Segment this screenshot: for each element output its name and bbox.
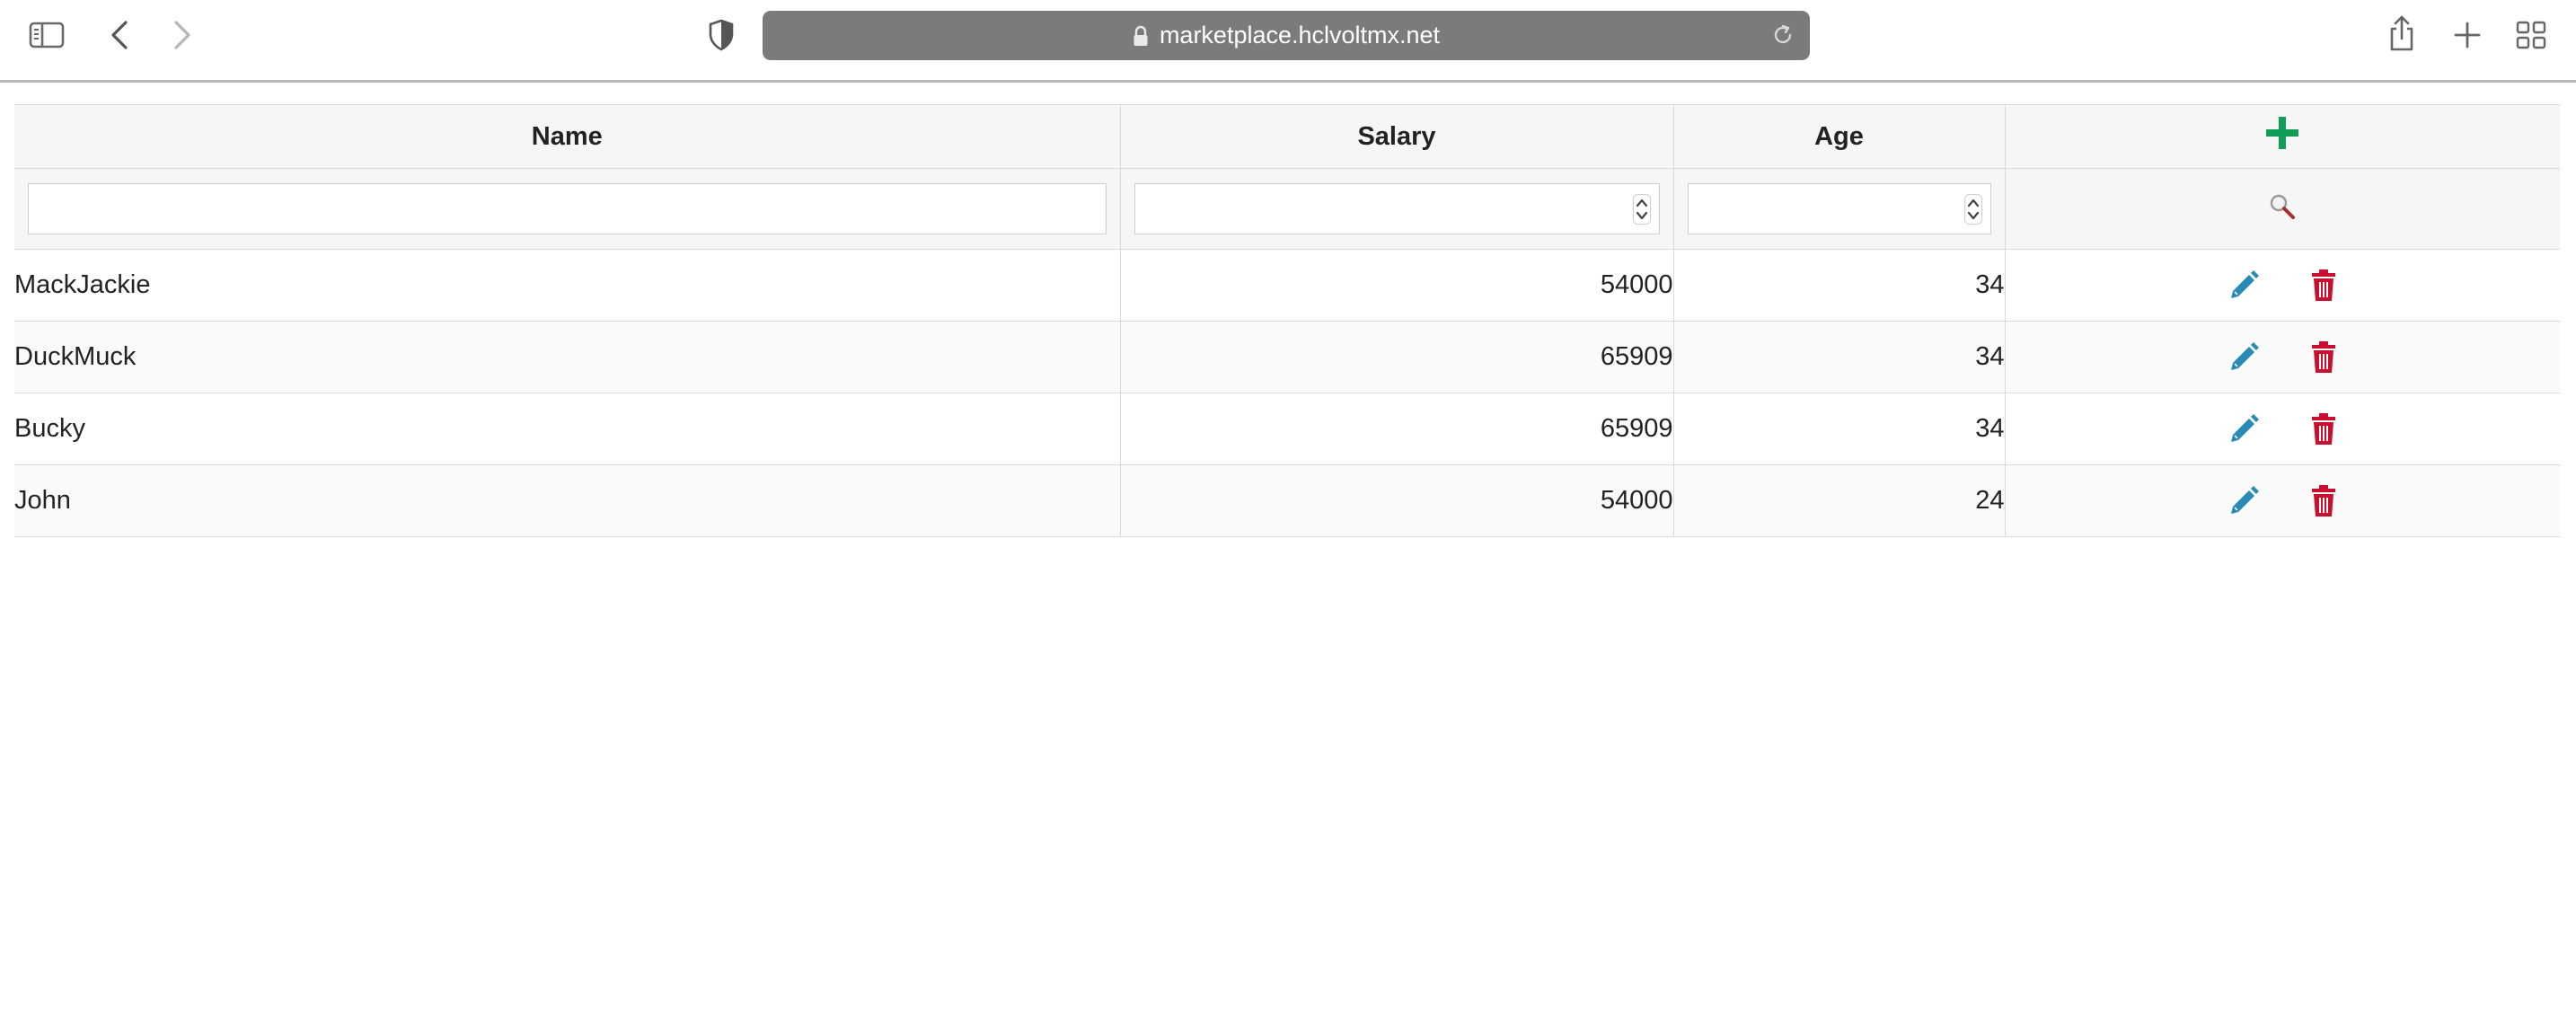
cell-salary[interactable]: 65909: [1120, 393, 1674, 465]
filter-cell-salary: [1120, 168, 1674, 250]
column-header-name[interactable]: Name: [14, 104, 1121, 169]
table-row[interactable]: MackJackie 54000 34: [14, 249, 2560, 322]
delete-icon[interactable]: [2310, 269, 2337, 302]
browser-toolbar: marketplace.hclvoltmx.net: [0, 0, 2576, 83]
sidebar-icon[interactable]: [27, 18, 66, 52]
table-row[interactable]: DuckMuck 65909 34: [14, 321, 2560, 393]
edit-icon[interactable]: [2228, 269, 2260, 302]
cell-age[interactable]: 24: [1673, 464, 2006, 537]
reload-icon[interactable]: [1770, 22, 1795, 52]
filter-cell-age: [1673, 168, 2006, 250]
cell-salary[interactable]: 65909: [1120, 321, 1674, 393]
data-grid: Name Salary Age MackJackie 54000 34 Duck…: [14, 104, 2560, 537]
name-filter-input[interactable]: [28, 183, 1107, 234]
filter-cell-control: [2005, 168, 2560, 250]
share-icon[interactable]: [2386, 13, 2418, 54]
cell-salary[interactable]: 54000: [1120, 464, 1674, 537]
edit-icon[interactable]: [2228, 341, 2260, 374]
cell-actions: [2005, 393, 2560, 465]
column-header-salary[interactable]: Salary: [1120, 104, 1674, 169]
back-icon[interactable]: [106, 18, 133, 52]
cell-salary[interactable]: 54000: [1120, 249, 1674, 322]
control-header: [2005, 104, 2560, 169]
age-filter-input[interactable]: [1687, 183, 1991, 234]
filter-cell-name: [14, 168, 1121, 250]
shield-icon[interactable]: [706, 18, 737, 52]
cell-name[interactable]: John: [14, 464, 1121, 537]
url-text: marketplace.hclvoltmx.net: [1159, 22, 1441, 49]
magnifier-icon[interactable]: [2268, 192, 2297, 225]
delete-icon[interactable]: [2310, 412, 2337, 446]
header-row: Name Salary Age: [14, 104, 2560, 169]
address-bar[interactable]: marketplace.hclvoltmx.net: [763, 11, 1810, 60]
tab-overview-icon[interactable]: [2513, 18, 2549, 52]
salary-filter-input[interactable]: [1134, 183, 1660, 234]
salary-spinner[interactable]: [1632, 193, 1652, 225]
cell-name[interactable]: Bucky: [14, 393, 1121, 465]
new-tab-icon[interactable]: [2450, 18, 2484, 52]
table-row[interactable]: Bucky 65909 34: [14, 393, 2560, 465]
cell-actions: [2005, 321, 2560, 393]
forward-icon[interactable]: [169, 18, 196, 52]
table-row[interactable]: John 54000 24: [14, 464, 2560, 537]
lock-icon: [1133, 25, 1149, 47]
age-spinner[interactable]: [1963, 193, 1983, 225]
filter-row: [14, 168, 2560, 250]
column-header-age[interactable]: Age: [1673, 104, 2006, 169]
cell-actions: [2005, 249, 2560, 322]
edit-icon[interactable]: [2228, 413, 2260, 446]
cell-name[interactable]: MackJackie: [14, 249, 1121, 322]
cell-age[interactable]: 34: [1673, 321, 2006, 393]
edit-icon[interactable]: [2228, 485, 2260, 517]
plus-icon[interactable]: [2264, 115, 2300, 158]
cell-age[interactable]: 34: [1673, 249, 2006, 322]
delete-icon[interactable]: [2310, 340, 2337, 374]
delete-icon[interactable]: [2310, 484, 2337, 517]
cell-actions: [2005, 464, 2560, 537]
cell-name[interactable]: DuckMuck: [14, 321, 1121, 393]
cell-age[interactable]: 34: [1673, 393, 2006, 465]
